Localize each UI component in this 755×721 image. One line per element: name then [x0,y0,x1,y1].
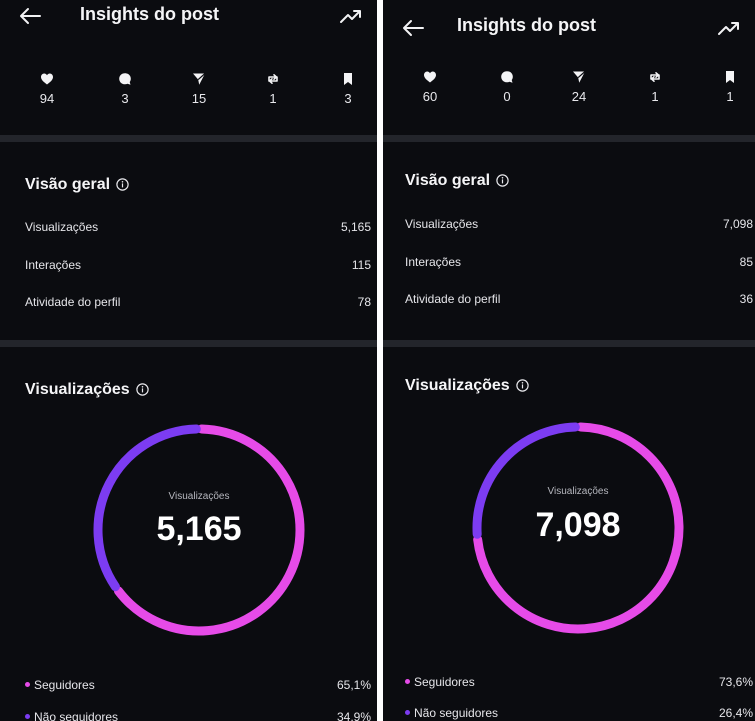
row-label: Interações [25,258,82,272]
comment-bubble-icon [501,71,513,83]
stat-likes-value: 94 [39,91,55,106]
row-value: 36 [739,292,753,306]
views-title-text: Visualizações [405,377,510,394]
send-icon [193,73,206,85]
stat-reposts-value: 1 [269,91,277,106]
stat-saves-value: 3 [344,91,352,106]
legend-label: Seguidores [414,675,475,689]
legend-label-wrap: Seguidores [405,675,475,689]
top-bar: Insights do post [0,0,377,40]
legend-dot [25,682,30,687]
views-donut-chart: Visualizações 7,098 [472,422,684,634]
overview-title: Visão geral [25,176,129,194]
legend-dot [405,679,410,684]
donut-segment-non-followers [93,424,201,592]
legend-value: 26,4% [718,706,753,720]
views-title: Visualizações [405,377,529,395]
legend-value: 34,9% [336,710,371,721]
legend-value: 65,1% [336,678,371,692]
views-title: Visualizações [25,381,149,399]
comment-bubble-icon [119,73,131,85]
stat-likes-value: 60 [422,89,438,104]
stat-comments: 0 [482,70,532,104]
legend-label-wrap: Não seguidores [405,706,498,720]
repost-icon [650,72,660,82]
legend-label-wrap: Não seguidores [25,710,118,721]
donut-center-label: Visualizações [168,491,230,502]
stat-reposts: 1 [630,70,680,104]
stat-reposts: 1 [248,72,298,106]
stat-shares: 15 [174,72,224,106]
row-label: Interações [405,255,462,269]
donut-center-value: 5,165 [156,510,242,548]
send-icon [573,71,586,83]
insights-panel-left: Insights do post 94 3 15 1 3 Visão geral [0,0,377,721]
stat-saves-value: 1 [726,89,734,104]
engagement-stats: 60 0 24 1 1 [383,70,755,120]
section-divider [0,135,377,142]
info-icon[interactable] [496,174,509,187]
legend-value: 73,6% [718,675,753,689]
repost-icon [268,74,278,84]
heart-icon [424,71,436,83]
row-value: 115 [351,258,371,272]
section-divider [383,135,755,142]
top-bar: Insights do post [383,8,755,48]
section-divider [0,340,377,347]
stat-shares-value: 15 [191,91,207,106]
row-label: Visualizações [405,217,479,231]
legend-label: Seguidores [34,678,95,692]
stat-comments-value: 3 [121,91,129,106]
row-label: Atividade do perfil [405,292,501,306]
info-icon[interactable] [135,383,149,396]
row-label: Atividade do perfil [25,295,121,309]
info-icon[interactable] [515,379,529,392]
row-value: 7,098 [722,217,753,231]
legend-dot [25,714,30,719]
stat-likes: 60 [405,70,455,104]
page-title: Insights do post [80,4,219,24]
stat-saves: 3 [323,72,373,106]
bookmark-icon [344,73,352,85]
legend-dot [405,710,410,715]
donut-center-value: 7,098 [535,506,621,544]
stat-comments: 3 [100,72,150,106]
row-value: 85 [739,255,753,269]
views-donut-chart: Visualizações 5,165 [93,424,305,636]
info-icon[interactable] [116,178,129,191]
trending-up-icon[interactable] [717,18,741,38]
stat-likes: 94 [22,72,72,106]
stat-comments-value: 0 [503,89,511,104]
donut-center-label: Visualizações [547,486,609,497]
stat-saves: 1 [705,70,755,104]
stat-reposts-value: 1 [651,89,659,104]
row-value: 5,165 [340,220,371,234]
heart-icon [41,73,53,85]
row-label: Visualizações [25,220,99,234]
back-arrow-icon[interactable] [401,18,425,38]
legend-label: Não seguidores [414,706,499,720]
row-value: 78 [357,295,371,309]
overview-title-text: Visão geral [25,176,111,193]
trending-up-icon[interactable] [339,6,363,26]
engagement-stats: 94 3 15 1 3 [0,72,377,122]
insights-panel-right: Insights do post 60 0 24 1 1 Visão geral [383,0,755,721]
legend-label: Não seguidores [34,710,119,721]
overview-title: Visão geral [405,172,509,190]
views-title-text: Visualizações [25,381,130,398]
stat-shares: 24 [554,70,604,104]
bookmark-icon [726,71,734,83]
section-divider [383,340,755,347]
legend-label-wrap: Seguidores [25,678,95,692]
overview-title-text: Visão geral [405,172,491,189]
stat-shares-value: 24 [571,89,587,104]
back-arrow-icon[interactable] [18,6,42,26]
page-title: Insights do post [457,15,596,35]
